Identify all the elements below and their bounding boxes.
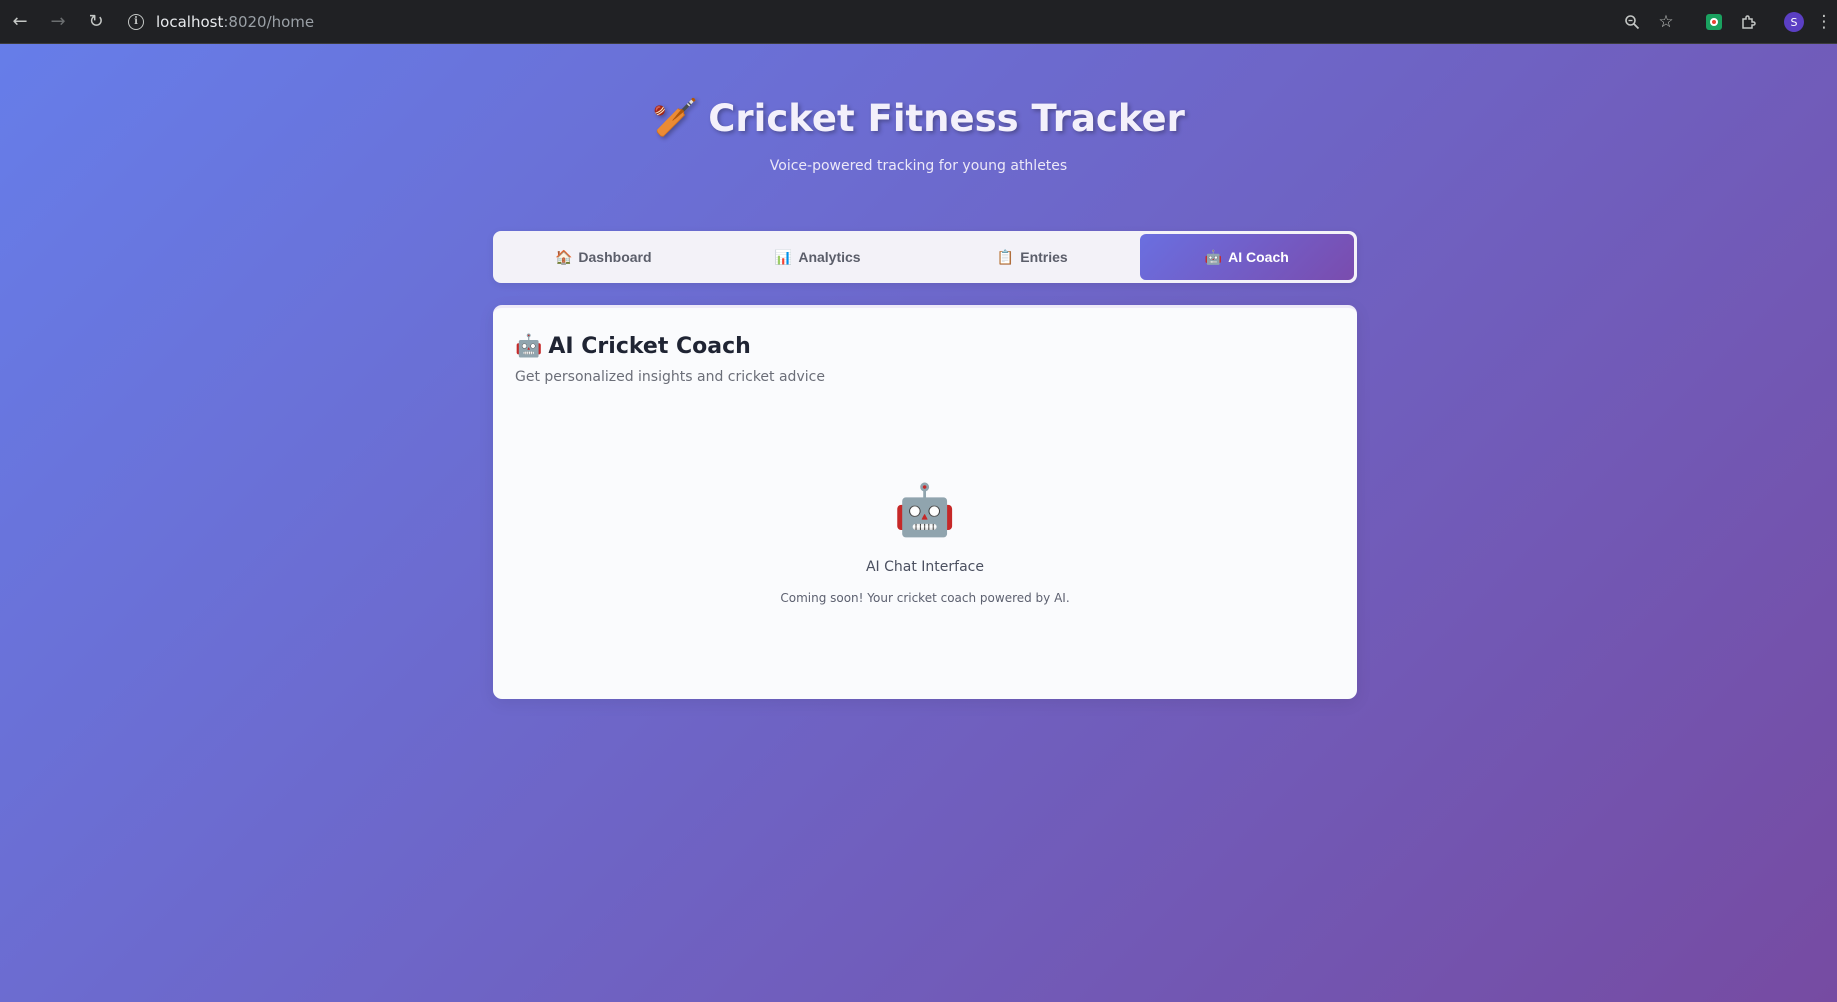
back-icon[interactable]: ← (2, 4, 38, 40)
chat-placeholder: 🤖 AI Chat Interface Coming soon! Your cr… (493, 485, 1357, 605)
zoom-icon[interactable] (1615, 5, 1649, 39)
page-title: 🏏 Cricket Fitness Tracker (652, 96, 1185, 140)
panel-title-text: AI Cricket Coach (548, 334, 751, 359)
ai-coach-panel: 🤖 AI Cricket Coach Get personalized insi… (493, 305, 1357, 699)
menu-kebab-icon[interactable]: ⋮ (1811, 5, 1837, 39)
tab-label: AI Coach (1228, 249, 1289, 265)
robot-icon: 🤖 (1204, 248, 1223, 265)
tab-label: Entries (1020, 249, 1068, 265)
robot-icon: 🤖 (893, 481, 957, 539)
tab-analytics[interactable]: 📊 Analytics (711, 234, 926, 280)
bar-chart-icon: 📊 (774, 248, 793, 265)
forward-icon[interactable]: → (40, 4, 76, 40)
profile-avatar[interactable]: S (1777, 5, 1811, 39)
url-host: localhost (156, 12, 224, 31)
placeholder-text: Coming soon! Your cricket coach powered … (780, 591, 1070, 605)
extension-record-icon[interactable] (1697, 5, 1731, 39)
panel-title: 🤖 AI Cricket Coach (515, 334, 751, 359)
bookmark-star-icon[interactable]: ☆ (1649, 5, 1683, 39)
tab-ai-coach[interactable]: 🤖 AI Coach (1139, 234, 1354, 280)
tab-label: Dashboard (578, 249, 652, 265)
tab-bar: 🏠 Dashboard 📊 Analytics 📋 Entries 🤖 AI C… (493, 231, 1357, 283)
placeholder-title: AI Chat Interface (865, 559, 984, 575)
cricket-bat-icon: 🏏 (652, 96, 699, 139)
tab-label: Analytics (798, 249, 861, 265)
app-header: 🏏 Cricket Fitness Tracker Voice-powered … (0, 96, 1837, 174)
clipboard-icon: 📋 (996, 248, 1015, 265)
page-subtitle: Voice-powered tracking for young athlete… (769, 158, 1068, 174)
avatar-letter: S (1784, 12, 1804, 32)
tab-dashboard[interactable]: 🏠 Dashboard (496, 234, 711, 280)
page-title-text: Cricket Fitness Tracker (708, 96, 1185, 140)
house-icon: 🏠 (554, 248, 573, 265)
browser-toolbar: ← → ↻ i localhost:8020/home ☆ S ⋮ (0, 0, 1837, 44)
robot-icon: 🤖 (515, 334, 543, 359)
address-bar[interactable]: i localhost:8020/home (122, 5, 1577, 39)
extensions-puzzle-icon[interactable] (1731, 5, 1765, 39)
site-info-icon[interactable]: i (128, 13, 144, 30)
url-path: :8020/home (223, 12, 315, 31)
panel-subtitle: Get personalized insights and cricket ad… (515, 369, 825, 385)
reload-icon[interactable]: ↻ (78, 4, 114, 40)
tab-entries[interactable]: 📋 Entries (925, 234, 1140, 280)
